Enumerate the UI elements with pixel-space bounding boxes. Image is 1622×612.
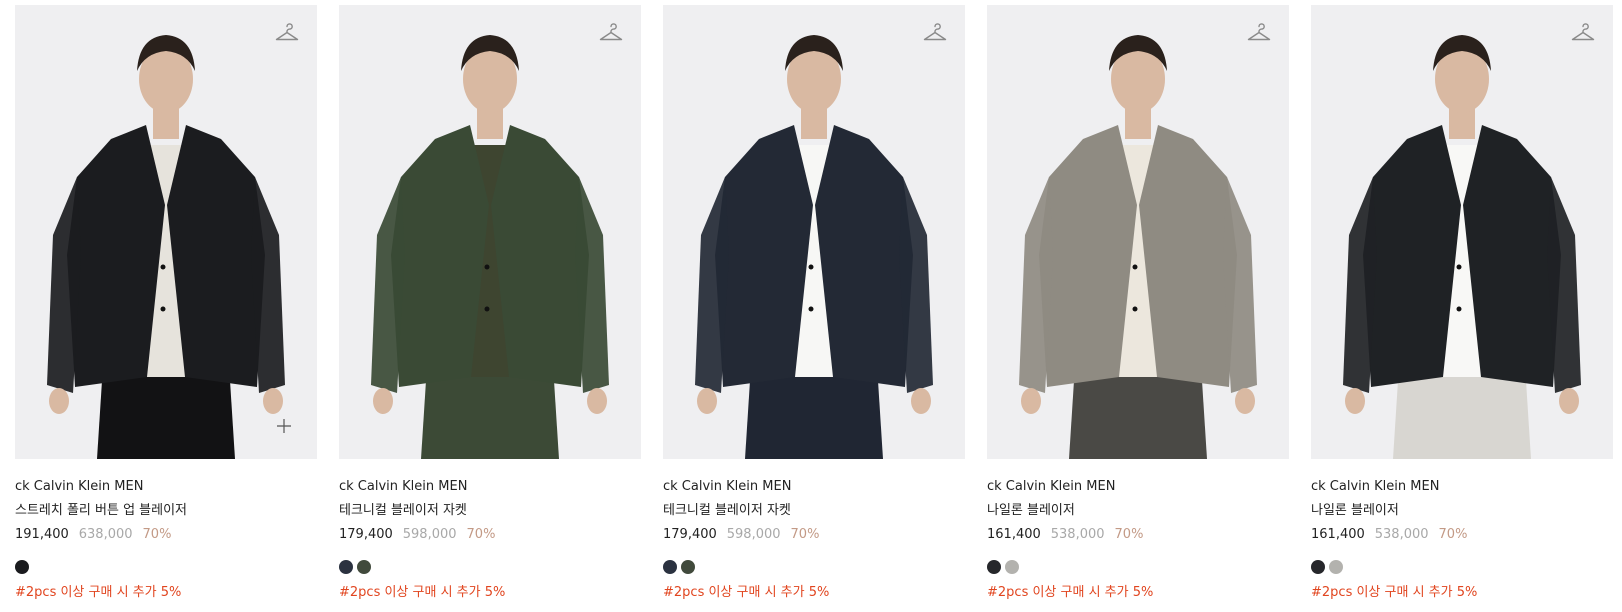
jacket-button xyxy=(1456,264,1462,270)
promo-tag[interactable]: #2pcs 이상 구매 시 추가 5% xyxy=(663,584,965,601)
price-row: 179,400 598,000 70% xyxy=(339,526,641,543)
hand-right xyxy=(587,388,607,414)
model-photo xyxy=(371,35,609,459)
hand-left xyxy=(697,388,717,414)
product-card[interactable]: ck Calvin Klein MEN 나일론 블레이저 161,400 538… xyxy=(987,5,1289,601)
brand-name[interactable]: ck Calvin Klein MEN xyxy=(339,478,641,495)
jacket-button xyxy=(1132,264,1138,270)
hand-right xyxy=(911,388,931,414)
price-row: 191,400 638,000 70% xyxy=(15,526,317,543)
original-price: 598,000 xyxy=(402,527,457,542)
color-swatch[interactable] xyxy=(357,560,371,574)
color-swatch[interactable] xyxy=(681,560,695,574)
color-swatch[interactable] xyxy=(1005,560,1019,574)
product-image[interactable] xyxy=(1311,5,1613,459)
hand-left xyxy=(1345,388,1365,414)
jacket-button xyxy=(1456,306,1462,312)
product-card[interactable]: ck Calvin Klein MEN 스트레치 폴리 버튼 업 블레이저 19… xyxy=(15,5,317,601)
sale-price: 179,400 xyxy=(339,527,393,542)
product-grid: ck Calvin Klein MEN 스트레치 폴리 버튼 업 블레이저 19… xyxy=(15,5,1613,601)
color-swatches xyxy=(663,560,965,575)
hanger-icon[interactable] xyxy=(922,19,948,45)
jacket-button xyxy=(160,306,166,312)
discount-rate: 70% xyxy=(466,527,496,542)
promo-tag[interactable]: #2pcs 이상 구매 시 추가 5% xyxy=(15,584,317,601)
discount-rate: 70% xyxy=(142,527,172,542)
hand-right xyxy=(1235,388,1255,414)
hand-left xyxy=(49,388,69,414)
plus-icon[interactable] xyxy=(275,417,293,435)
product-image[interactable] xyxy=(339,5,641,459)
sale-price: 179,400 xyxy=(663,527,717,542)
discount-rate: 70% xyxy=(1114,527,1144,542)
hand-left xyxy=(373,388,393,414)
hand-right xyxy=(263,388,283,414)
model-photo xyxy=(1343,35,1581,459)
product-image[interactable] xyxy=(987,5,1289,459)
sale-price: 161,400 xyxy=(987,527,1041,542)
jacket-button xyxy=(484,264,490,270)
product-name[interactable]: 스트레치 폴리 버튼 업 블레이저 xyxy=(15,502,317,519)
product-name[interactable]: 테크니컬 블레이저 자켓 xyxy=(663,502,965,519)
brand-name[interactable]: ck Calvin Klein MEN xyxy=(987,478,1289,495)
product-name[interactable]: 나일론 블레이저 xyxy=(1311,502,1613,519)
product-image[interactable] xyxy=(15,5,317,459)
color-swatches xyxy=(339,560,641,575)
product-name[interactable]: 테크니컬 블레이저 자켓 xyxy=(339,502,641,519)
jacket-button xyxy=(1132,306,1138,312)
jacket-button xyxy=(808,306,814,312)
product-card[interactable]: ck Calvin Klein MEN 나일론 블레이저 161,400 538… xyxy=(1311,5,1613,601)
brand-name[interactable]: ck Calvin Klein MEN xyxy=(15,478,317,495)
price-row: 161,400 538,000 70% xyxy=(1311,526,1613,543)
original-price: 638,000 xyxy=(78,527,133,542)
hanger-icon[interactable] xyxy=(1246,19,1272,45)
discount-rate: 70% xyxy=(790,527,820,542)
discount-rate: 70% xyxy=(1438,527,1468,542)
color-swatches xyxy=(15,560,317,575)
sale-price: 161,400 xyxy=(1311,527,1365,542)
jacket-button xyxy=(160,264,166,270)
price-row: 161,400 538,000 70% xyxy=(987,526,1289,543)
promo-tag[interactable]: #2pcs 이상 구매 시 추가 5% xyxy=(987,584,1289,601)
model-photo xyxy=(47,35,285,459)
model-photo xyxy=(1019,35,1257,459)
color-swatches xyxy=(1311,560,1613,575)
original-price: 538,000 xyxy=(1050,527,1105,542)
brand-name[interactable]: ck Calvin Klein MEN xyxy=(1311,478,1613,495)
sale-price: 191,400 xyxy=(15,527,69,542)
product-image[interactable] xyxy=(663,5,965,459)
hand-left xyxy=(1021,388,1041,414)
hanger-icon[interactable] xyxy=(274,19,300,45)
hand-right xyxy=(1559,388,1579,414)
price-row: 179,400 598,000 70% xyxy=(663,526,965,543)
model-photo xyxy=(695,35,933,459)
color-swatch[interactable] xyxy=(15,560,29,574)
color-swatch[interactable] xyxy=(663,560,677,574)
product-card[interactable]: ck Calvin Klein MEN 테크니컬 블레이저 자켓 179,400… xyxy=(663,5,965,601)
brand-name[interactable]: ck Calvin Klein MEN xyxy=(663,478,965,495)
jacket-button xyxy=(808,264,814,270)
product-name[interactable]: 나일론 블레이저 xyxy=(987,502,1289,519)
color-swatch[interactable] xyxy=(987,560,1001,574)
color-swatch[interactable] xyxy=(339,560,353,574)
jacket-button xyxy=(484,306,490,312)
color-swatches xyxy=(987,560,1289,575)
product-card[interactable]: ck Calvin Klein MEN 테크니컬 블레이저 자켓 179,400… xyxy=(339,5,641,601)
color-swatch[interactable] xyxy=(1329,560,1343,574)
hanger-icon[interactable] xyxy=(1570,19,1596,45)
color-swatch[interactable] xyxy=(1311,560,1325,574)
original-price: 538,000 xyxy=(1374,527,1429,542)
promo-tag[interactable]: #2pcs 이상 구매 시 추가 5% xyxy=(1311,584,1613,601)
promo-tag[interactable]: #2pcs 이상 구매 시 추가 5% xyxy=(339,584,641,601)
hanger-icon[interactable] xyxy=(598,19,624,45)
original-price: 598,000 xyxy=(726,527,781,542)
